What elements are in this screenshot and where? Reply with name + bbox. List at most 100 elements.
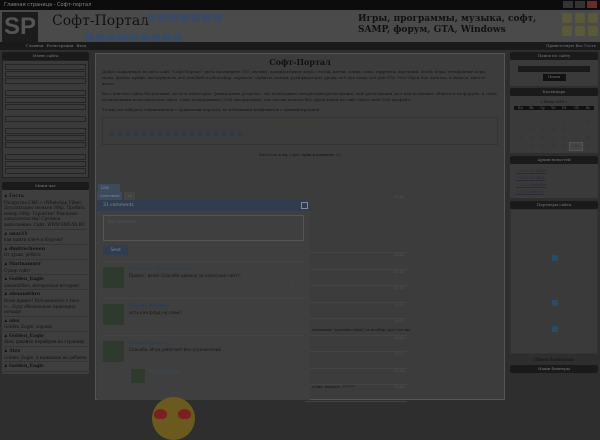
- chat-user[interactable]: dmitrechenen: [9, 247, 45, 252]
- avatar[interactable]: [103, 304, 124, 325]
- calendar-day[interactable]: 13: [537, 126, 548, 134]
- share-service-icon[interactable]: [149, 131, 154, 136]
- calendar-day[interactable]: 17: [583, 126, 594, 134]
- chat-user[interactable]: Golden_Eagle: [9, 364, 44, 369]
- calendar-day[interactable]: 10: [583, 118, 594, 126]
- maximize-button[interactable]: [575, 1, 585, 8]
- tab-vk[interactable]: vk: [124, 192, 135, 200]
- photoshop-icon[interactable]: [191, 13, 200, 22]
- vk-like-button[interactable]: Like: [98, 184, 120, 192]
- calendar-day[interactable]: 2: [570, 110, 583, 118]
- avatar[interactable]: [103, 341, 124, 362]
- home-icon[interactable]: [562, 13, 572, 23]
- menu-item[interactable]: [5, 154, 86, 160]
- partner-banner-icon[interactable]: [552, 299, 558, 306]
- share-service-icon[interactable]: [181, 131, 186, 136]
- movie-icon[interactable]: [180, 13, 189, 22]
- phone-icon[interactable]: [213, 13, 222, 22]
- comment-author[interactable]: Alexander Alexandrovich: [129, 267, 241, 272]
- calendar-day[interactable]: 3: [583, 110, 594, 118]
- share-service-icon[interactable]: [165, 131, 170, 136]
- close-button[interactable]: [587, 1, 597, 8]
- calendar-day[interactable]: 24: [583, 134, 594, 142]
- calendar-day[interactable]: 14: [548, 126, 559, 134]
- calendar-day[interactable]: 25: [514, 142, 526, 150]
- share-service-icon[interactable]: [125, 131, 130, 136]
- calendar-day[interactable]: 6: [537, 118, 548, 126]
- calendar-day[interactable]: 18: [514, 134, 526, 142]
- calendar-day[interactable]: 11: [514, 126, 526, 134]
- rss-icon[interactable]: [588, 26, 598, 36]
- bookmark-icon[interactable]: [588, 13, 598, 23]
- menu-item[interactable]: [5, 90, 86, 96]
- archive-link[interactable]: • 2015 Ноябрь: [516, 174, 592, 181]
- tab-comments[interactable]: Comments: [97, 192, 123, 200]
- share-service-icon[interactable]: [205, 131, 210, 136]
- chat-user[interactable]: alexandrbro: [9, 292, 40, 297]
- calendar-day[interactable]: 9: [570, 118, 583, 126]
- calendar-day[interactable]: 19: [526, 134, 536, 142]
- nav-login[interactable]: Вход: [76, 43, 86, 48]
- calendar-day[interactable]: 30: [569, 141, 584, 151]
- share-service-icon[interactable]: [141, 131, 146, 136]
- share-service-icon[interactable]: [189, 131, 194, 136]
- calendar-day[interactable]: 5: [526, 118, 536, 126]
- star-icon[interactable]: [562, 26, 572, 36]
- comment-date[interactable]: 9 Oct 2015 | Comment: [129, 317, 182, 322]
- site-logo[interactable]: SP: [2, 12, 38, 42]
- calendar-day[interactable]: 29: [559, 142, 570, 150]
- share-service-icon[interactable]: [133, 131, 138, 136]
- mail-icon[interactable]: [575, 13, 585, 23]
- search-button[interactable]: Поиск: [542, 74, 566, 81]
- avatar[interactable]: [131, 369, 145, 383]
- menu-item[interactable]: [5, 135, 86, 141]
- comment-author[interactable]: Nikolay Nikolaev: [129, 304, 182, 309]
- chat-user[interactable]: Golden_Eagle: [9, 277, 44, 282]
- menu-item[interactable]: [5, 71, 86, 77]
- reply-author[interactable]: Polina Lazareva: [149, 369, 180, 383]
- share-service-icon[interactable]: [197, 131, 202, 136]
- calendar-day[interactable]: 21: [548, 134, 559, 142]
- chat-user[interactable]: alex: [9, 319, 19, 324]
- partner-banner-icon[interactable]: [552, 254, 558, 261]
- windows-icon[interactable]: [147, 13, 156, 22]
- minimize-button[interactable]: [563, 1, 573, 8]
- share-service-icon[interactable]: [213, 131, 218, 136]
- send-button[interactable]: Send: [103, 245, 128, 255]
- calendar-day[interactable]: 26: [526, 142, 536, 150]
- share-service-icon[interactable]: [117, 131, 122, 136]
- chat-user[interactable]: anar33: [9, 232, 27, 237]
- chat-user[interactable]: Golden_Eagle: [9, 334, 44, 339]
- calendar-day[interactable]: 4: [514, 118, 526, 126]
- archive-link[interactable]: • 2015 Август: [516, 188, 592, 195]
- calendar-month[interactable]: « Июль 2016 »: [514, 100, 594, 104]
- search-input[interactable]: [518, 66, 590, 72]
- share-service-icon[interactable]: [109, 131, 114, 136]
- comment-input[interactable]: Your comment...: [103, 215, 304, 241]
- menu-item[interactable]: [5, 116, 86, 122]
- avatar[interactable]: [103, 267, 124, 288]
- music-icon[interactable]: [202, 13, 211, 22]
- calendar-day[interactable]: 23: [570, 134, 583, 142]
- menu-item[interactable]: [5, 142, 86, 148]
- close-widget-button[interactable]: [301, 202, 308, 209]
- comment-date[interactable]: 27 Oct 2015 | Comment: [129, 280, 241, 285]
- share-service-icon[interactable]: [237, 131, 242, 136]
- calendar-day[interactable]: 7: [548, 118, 559, 126]
- calendar-day[interactable]: 15: [559, 126, 570, 134]
- chat-user[interactable]: Marinamurr: [9, 262, 41, 267]
- share-service-icon[interactable]: [157, 131, 162, 136]
- calendar-day[interactable]: 28: [548, 142, 559, 150]
- comment-likes[interactable]: ♥ 1: [291, 280, 298, 285]
- calendar-day[interactable]: 20: [537, 134, 548, 142]
- calendar-day[interactable]: 12: [526, 126, 536, 134]
- chat-user[interactable]: Alex: [9, 349, 20, 354]
- banner-exchange-link[interactable]: Обмен баннерами: [510, 357, 598, 362]
- comment-date[interactable]: 3 Aug 2015: [129, 354, 221, 359]
- partner-banner-icon[interactable]: [552, 325, 558, 332]
- comment-author[interactable]: Denis Myasarev: [129, 341, 221, 346]
- calendar-day[interactable]: 22: [559, 134, 570, 142]
- site-title[interactable]: Софт-Портал: [52, 13, 149, 29]
- chat-user[interactable]: Гость: [9, 194, 24, 199]
- calendar-day[interactable]: 31: [583, 142, 594, 150]
